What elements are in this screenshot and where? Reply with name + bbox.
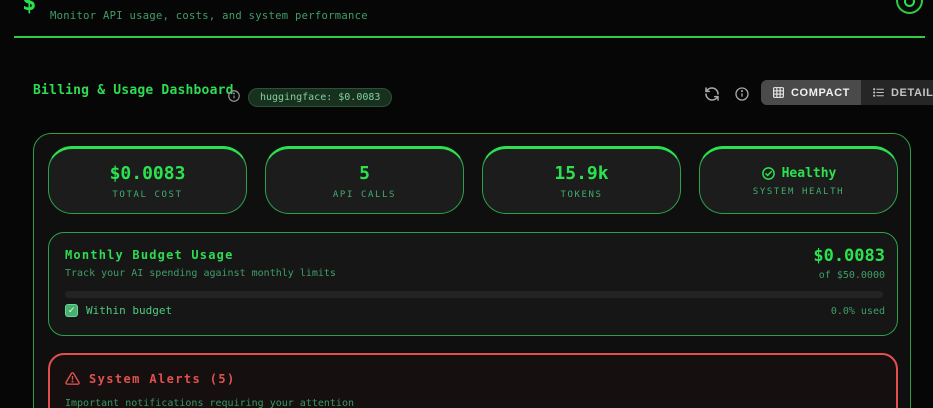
budget-description: Track your AI spending against monthly l…	[65, 268, 336, 279]
stat-value: $0.0083	[109, 162, 186, 184]
grid-icon	[772, 86, 785, 99]
system-alerts-card: System Alerts (5) Important notification…	[48, 353, 898, 408]
stat-card-total-cost: $0.0083 TOTAL COST	[48, 146, 247, 214]
refresh-icon[interactable]	[704, 86, 720, 102]
monthly-budget-card: Monthly Budget Usage Track your AI spend…	[48, 232, 898, 336]
header-status-button[interactable]	[896, 0, 923, 14]
dashboard-panel: $0.0083 TOTAL COST 5 API CALLS 15.9k TOK…	[33, 133, 911, 408]
within-budget-label: Within budget	[86, 304, 173, 317]
stat-value: 5	[359, 162, 370, 184]
list-icon	[872, 86, 885, 99]
budget-progress-bar	[65, 291, 883, 298]
detailed-view-label: DETAILED	[891, 86, 933, 99]
stat-card-tokens: 15.9k TOKENS	[482, 146, 681, 214]
detailed-view-button[interactable]: DETAILED	[861, 80, 933, 105]
budget-limit: of $50.0000	[818, 270, 885, 281]
alerts-title: System Alerts (5)	[89, 371, 236, 386]
compact-view-label: COMPACT	[791, 86, 850, 99]
budget-percent-used: 0.0% used	[830, 306, 885, 317]
stat-card-system-health: Healthy SYSTEM HEALTH	[699, 146, 898, 214]
budget-amount: $0.0083	[813, 246, 885, 266]
budget-title: Monthly Budget Usage	[65, 248, 234, 262]
check-circle-icon	[761, 166, 776, 181]
app-logo-dollar-icon: $	[22, 0, 37, 16]
stat-label: API CALLS	[332, 189, 397, 200]
header-subtitle: Monitor API usage, costs, and system per…	[50, 10, 368, 22]
stats-row: $0.0083 TOTAL COST 5 API CALLS 15.9k TOK…	[48, 146, 898, 214]
budget-status-row: ✓ Within budget	[65, 304, 172, 317]
warning-triangle-icon	[65, 371, 80, 386]
page-title: Billing & Usage Dashboard	[33, 83, 234, 98]
compact-view-button[interactable]: COMPACT	[761, 80, 861, 105]
toolbar-info-icon[interactable]	[734, 86, 750, 102]
stat-value: 15.9k	[554, 162, 609, 184]
view-mode-toggle: COMPACT DETAILED	[761, 80, 933, 105]
header-divider	[14, 36, 925, 38]
within-budget-checkbox[interactable]: ✓	[65, 304, 78, 317]
status-ring-icon	[904, 0, 915, 7]
stat-card-api-calls: 5 API CALLS	[265, 146, 464, 214]
alerts-description: Important notifications requiring your a…	[65, 398, 354, 408]
provider-cost-badge: huggingface: $0.0083	[248, 88, 393, 107]
stat-label: TOTAL COST	[112, 189, 183, 200]
stat-label: TOKENS	[560, 189, 603, 200]
stat-label: SYSTEM HEALTH	[752, 186, 845, 197]
title-info-icon[interactable]	[227, 89, 241, 103]
stat-value: Healthy	[781, 165, 837, 181]
